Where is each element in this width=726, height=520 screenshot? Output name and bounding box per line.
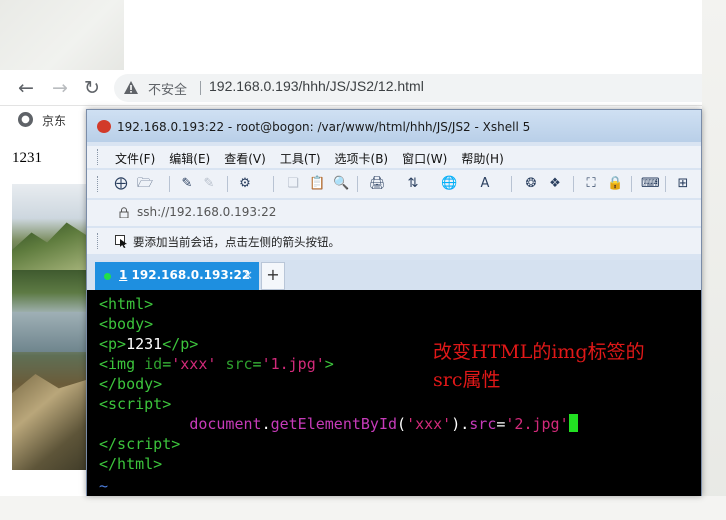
hint-grip: [97, 233, 100, 249]
forward-arrow-icon[interactable]: →: [48, 76, 72, 100]
desktop-bottom: [0, 496, 726, 520]
add-icon[interactable]: ⊞: [675, 176, 691, 192]
insecure-label[interactable]: 不安全: [148, 79, 187, 98]
connected-status-icon: [104, 273, 111, 280]
add-session-arrow-icon[interactable]: [115, 235, 128, 248]
text-cursor: [568, 414, 578, 432]
warning-icon[interactable]: [124, 81, 138, 94]
address-separator: [200, 81, 201, 95]
image-rocks: [12, 374, 90, 470]
vim-empty-line-marker: ~: [99, 477, 109, 495]
session-hint-text: 要添加当前会话，点击左侧的箭头按钮。: [133, 235, 340, 249]
xshell-toolbar: ⨁ 🗁 ✎ ✎ ⚙ ❏ 📋 🔍 🖨 ⇅ 🌐 A ❂ ❖ ⛶ 🔒 ⌨ ⊞: [87, 170, 701, 198]
image-mountain: [12, 222, 90, 270]
xshell-tab-bar: 1 192.168.0.193:22 × +: [87, 260, 701, 290]
new-tab-button[interactable]: +: [261, 262, 285, 290]
code-line: </body>: [99, 375, 163, 393]
menu-tab[interactable]: 选项卡(B): [335, 150, 389, 167]
toolbar-separator: [273, 176, 274, 192]
menu-view[interactable]: 查看(V): [224, 150, 266, 167]
toolbar-separator: [573, 176, 574, 192]
code-line: <html>: [99, 295, 154, 313]
code-line: </script>: [99, 435, 181, 453]
code-line: <img id='xxx' src='1.jpg'>: [99, 355, 334, 373]
terminal[interactable]: <html> <body> <p>1231</p> <img id='xxx' …: [87, 290, 701, 496]
page-paragraph: 1231: [12, 150, 42, 166]
toolbar-separator: [169, 176, 170, 192]
toolbar-grip: [97, 176, 100, 192]
xshell-window: 192.168.0.193:22 - root@bogon: /var/www/…: [86, 109, 702, 496]
menu-file[interactable]: 文件(F): [115, 150, 155, 167]
menubar-grip: [97, 149, 100, 165]
bookmark-favicon-icon[interactable]: ●: [18, 112, 33, 127]
script-icon[interactable]: ❖: [547, 176, 563, 192]
xshell-menubar: 文件(F) 编辑(E) 查看(V) 工具(T) 选项卡(B) 窗口(W) 帮助(…: [87, 146, 701, 168]
menu-tools[interactable]: 工具(T): [280, 150, 321, 167]
xshell-titlebar[interactable]: 192.168.0.193:22 - root@bogon: /var/www/…: [87, 110, 701, 142]
font-icon[interactable]: A: [477, 176, 493, 192]
toolbar-separator: [227, 176, 228, 192]
session-tab-label: 1 192.168.0.193:22: [119, 268, 250, 282]
url-text[interactable]: 192.168.0.193/hhh/JS/JS2/12.html: [209, 78, 424, 94]
code-line: <p>1231</p>: [99, 335, 199, 353]
lock-icon: [119, 207, 129, 218]
ssh-url[interactable]: ssh://192.168.0.193:22: [137, 205, 276, 219]
annotation-text: 改变HTML的img标签的 src属性: [433, 338, 693, 394]
xftp-icon[interactable]: ❂: [523, 176, 539, 192]
tab-index: 1: [119, 268, 128, 282]
annotation-line-1: 改变HTML的img标签的: [433, 341, 645, 363]
reload-icon[interactable]: ↻: [80, 76, 104, 100]
transfer-icon[interactable]: ⇅: [405, 176, 421, 192]
toolbar-separator: [665, 176, 666, 192]
page-image: [12, 184, 90, 470]
properties-icon[interactable]: ⚙: [237, 176, 253, 192]
keyboard-icon[interactable]: ⌨: [641, 176, 660, 192]
xshell-title: 192.168.0.193:22 - root@bogon: /var/www/…: [117, 120, 531, 134]
address-bar[interactable]: 不安全 192.168.0.193/hhh/JS/JS2/12.html: [114, 74, 702, 102]
xshell-address-bar[interactable]: ssh://192.168.0.193:22: [87, 200, 701, 226]
code-line: document.getElementById('xxx').src='2.jp…: [99, 414, 578, 434]
disconnect-icon[interactable]: ✎: [201, 176, 217, 192]
connect-icon[interactable]: ✎: [179, 176, 195, 192]
desktop-background-white: [124, 0, 726, 72]
menu-help[interactable]: 帮助(H): [461, 150, 503, 167]
xshell-app-icon: [97, 120, 111, 133]
new-session-icon[interactable]: ⨁: [113, 176, 129, 192]
fullscreen-icon[interactable]: ⛶: [583, 176, 599, 192]
xshell-session-hint-bar: 要添加当前会话，点击左侧的箭头按钮。: [87, 228, 701, 254]
tab-host: 192.168.0.193:22: [131, 268, 251, 282]
lock-screen-icon[interactable]: 🔒: [607, 176, 623, 192]
toolbar-separator: [357, 176, 358, 192]
session-tab[interactable]: 1 192.168.0.193:22 ×: [95, 262, 259, 290]
paste-icon[interactable]: 📋: [309, 176, 325, 192]
desktop-right-strip: [702, 0, 726, 520]
menu-window[interactable]: 窗口(W): [402, 150, 447, 167]
toolbar-separator: [631, 176, 632, 192]
image-lake: [12, 312, 90, 352]
toolbar-separator: [511, 176, 512, 192]
find-icon[interactable]: 🔍: [333, 176, 349, 192]
open-folder-icon[interactable]: 🗁: [137, 176, 153, 192]
code-line: <body>: [99, 315, 154, 333]
bookmark-jd[interactable]: 京东: [42, 112, 66, 129]
browser-toolbar: ← → ↻ 不安全 192.168.0.193/hhh/JS/JS2/12.ht…: [0, 70, 702, 106]
code-line: <script>: [99, 395, 172, 413]
code-line: </html>: [99, 455, 163, 473]
menu-edit[interactable]: 编辑(E): [169, 150, 210, 167]
print-icon[interactable]: 🖨: [369, 176, 386, 192]
desktop-background: [0, 0, 124, 70]
globe-icon[interactable]: 🌐: [441, 176, 457, 192]
tab-close-icon[interactable]: ×: [243, 268, 253, 282]
copy-icon[interactable]: ❏: [285, 176, 301, 192]
annotation-line-2: src属性: [433, 369, 501, 391]
back-arrow-icon[interactable]: ←: [14, 76, 38, 100]
